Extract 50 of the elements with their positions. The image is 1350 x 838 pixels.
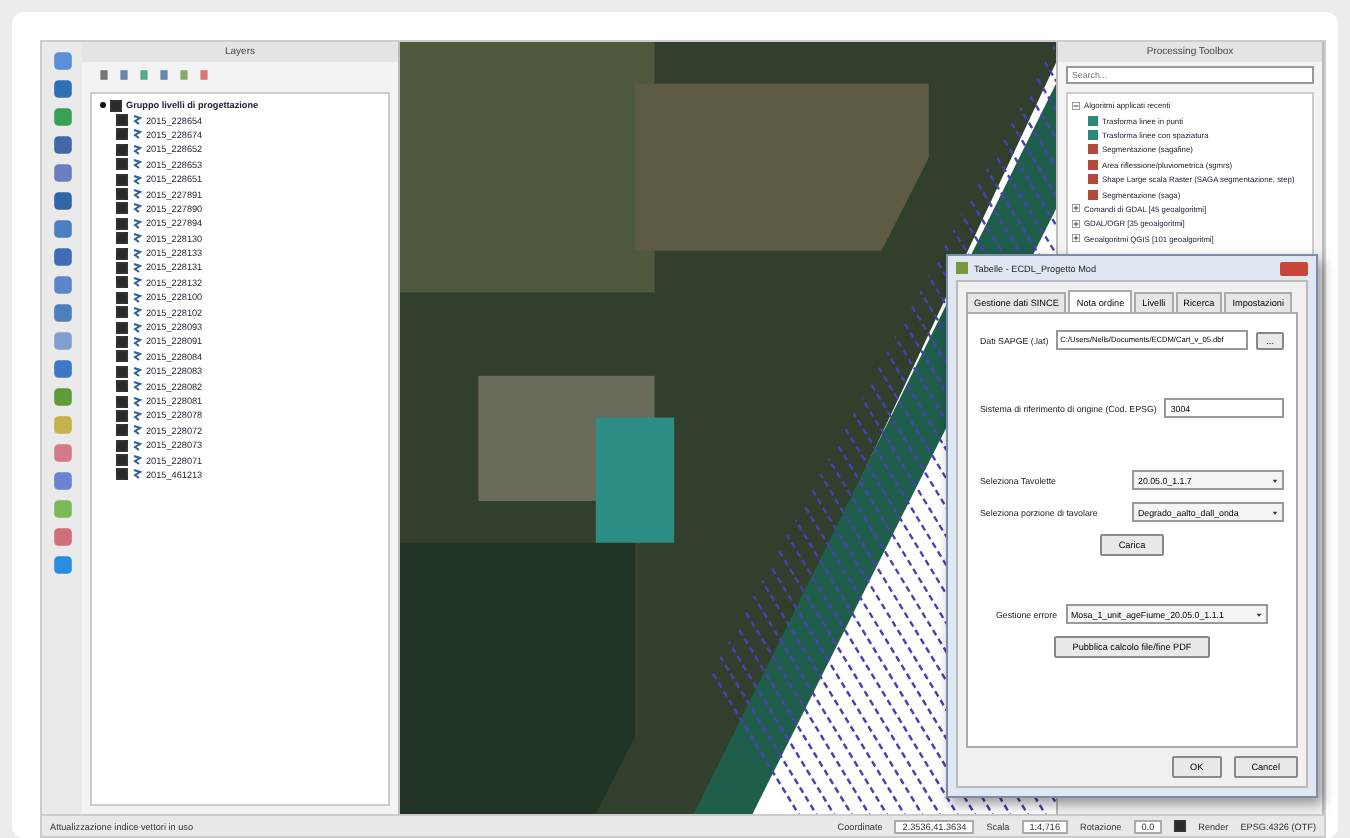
tool-icon[interactable] [51,190,73,212]
layer-checkbox[interactable] [116,380,128,393]
tool-icon[interactable] [51,134,73,156]
tool-icon[interactable] [51,274,73,296]
layer-checkbox[interactable] [116,232,128,245]
layer-checkbox[interactable] [116,173,128,186]
layer-checkbox[interactable] [116,261,128,274]
layer-checkbox[interactable] [116,217,128,230]
layer-checkbox[interactable] [116,306,128,319]
layer-checkbox[interactable] [116,335,128,348]
tool-icon[interactable] [51,218,73,240]
tool-icon[interactable] [51,106,73,128]
layer-checkbox[interactable] [116,143,128,156]
expand-icon[interactable] [100,102,106,109]
layer-checkbox[interactable] [116,409,128,422]
tool-icon[interactable] [51,78,73,100]
layer-checkbox[interactable] [116,188,128,201]
tool-icon[interactable] [51,50,73,72]
collapse-icon[interactable] [1072,101,1080,110]
layer-checkbox[interactable] [110,99,122,112]
layer-checkbox[interactable] [116,468,128,481]
layer-checkbox[interactable] [116,454,128,467]
dropdown-arrow-icon [1272,477,1278,483]
layer-checkbox[interactable] [116,291,128,304]
tool-icon[interactable] [51,162,73,184]
render-checkbox[interactable] [1174,820,1187,832]
tool-icon[interactable] [51,358,73,380]
layer-checkbox[interactable] [116,158,128,171]
tool-icon[interactable] [51,246,73,268]
tool-icon[interactable] [51,470,73,492]
layer-checkbox[interactable] [116,424,128,437]
layer-checkbox[interactable] [116,365,128,378]
layer-checkbox[interactable] [116,350,128,363]
dropdown-arrow-icon [1256,611,1262,617]
tool-icon[interactable] [51,554,73,576]
tool-icon[interactable] [51,386,73,408]
tool-icon[interactable] [51,526,73,548]
layer-checkbox[interactable] [116,321,128,334]
dropdown-arrow-icon [1272,509,1278,515]
close-button[interactable] [1280,261,1308,275]
layer-checkbox[interactable] [116,276,128,289]
layer-checkbox[interactable] [116,439,128,452]
tool-icon[interactable] [51,302,73,324]
layer-checkbox[interactable] [116,395,128,407]
layer-checkbox[interactable] [116,202,128,215]
layer-checkbox[interactable] [116,247,128,260]
app-icon [956,262,968,274]
layer-checkbox[interactable] [116,128,128,141]
tool-icon[interactable] [51,442,73,464]
layer-checkbox[interactable] [116,114,128,127]
